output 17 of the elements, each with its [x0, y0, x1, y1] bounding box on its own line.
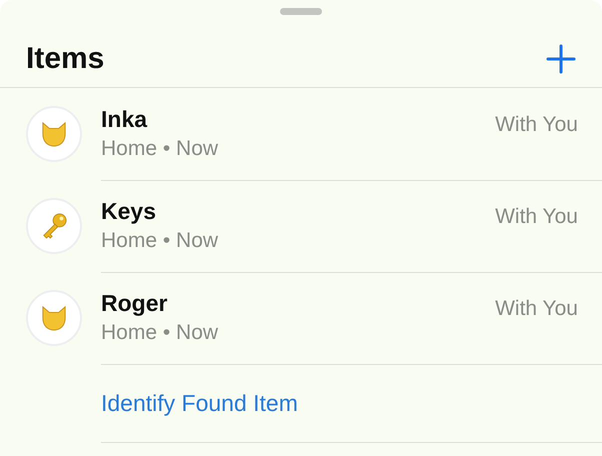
- item-row[interactable]: Roger With You Home • Now: [0, 272, 602, 364]
- item-name: Inka: [101, 106, 148, 133]
- item-location-time: Home • Now: [101, 321, 220, 345]
- item-status: With You: [495, 205, 578, 229]
- item-name: Keys: [101, 198, 156, 225]
- item-status: With You: [495, 297, 578, 321]
- item-name: Roger: [101, 290, 168, 317]
- item-row[interactable]: Inka With You Home • Now: [0, 88, 602, 180]
- cat-icon: [40, 121, 68, 147]
- identify-found-item-link[interactable]: Identify Found Item: [101, 390, 298, 416]
- cat-icon: [40, 305, 68, 331]
- item-location-time: Home • Now: [101, 137, 220, 161]
- sheet-title: Items: [26, 42, 104, 76]
- add-icon[interactable]: [546, 44, 576, 74]
- item-status: With You: [495, 113, 578, 137]
- item-row[interactable]: Keys With You Home • Now: [0, 180, 602, 272]
- item-location-time: Home • Now: [101, 229, 220, 253]
